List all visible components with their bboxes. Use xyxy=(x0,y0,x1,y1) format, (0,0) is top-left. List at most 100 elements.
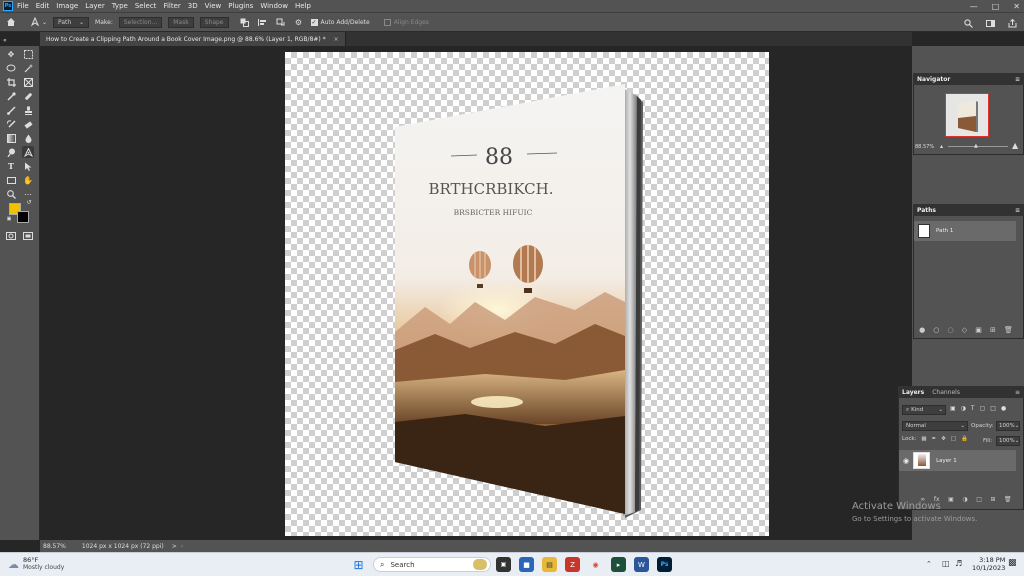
navigator-zoom-handle[interactable]: ▲ xyxy=(974,143,978,149)
make-shape-button[interactable]: Shape xyxy=(199,16,229,28)
tab-channels[interactable]: Channels xyxy=(932,389,960,396)
lock-all-icon[interactable]: 🔒 xyxy=(961,436,968,442)
status-menu-arrow[interactable]: > xyxy=(172,543,177,550)
eyedropper-tool-icon[interactable] xyxy=(5,90,17,102)
menu-select[interactable]: Select xyxy=(135,2,157,10)
filter-toggle-icon[interactable]: ● xyxy=(1001,405,1006,412)
photoshop-taskbar-icon[interactable]: Ps xyxy=(657,557,672,572)
menu-plugins[interactable]: Plugins xyxy=(228,2,253,10)
path-selection-tool-icon[interactable] xyxy=(22,160,34,172)
close-tab-icon[interactable]: × xyxy=(334,36,339,43)
volume-icon[interactable]: ♬ xyxy=(955,559,962,568)
navigator-panel-title[interactable]: Navigator xyxy=(917,76,950,83)
close-icon[interactable]: ✕ xyxy=(1013,2,1020,11)
swap-colors-icon[interactable]: ↺ xyxy=(25,198,33,206)
menu-view[interactable]: View xyxy=(205,2,222,10)
word-icon[interactable]: W xyxy=(634,557,649,572)
clock[interactable]: 3:18 PM 10/1/2023 xyxy=(972,556,1005,572)
new-path-icon[interactable]: ⊞ xyxy=(990,326,996,334)
background-color-swatch[interactable] xyxy=(17,211,29,223)
app-icon[interactable]: ▸ xyxy=(611,557,626,572)
tool-mode-select[interactable]: Path ⌄ xyxy=(53,16,90,28)
wifi-icon[interactable]: ◫ xyxy=(942,559,950,568)
blend-mode-select[interactable]: Normal ⌄ xyxy=(902,421,968,431)
scroll-left-icon[interactable]: ‹ xyxy=(181,543,183,550)
filter-shape-icon[interactable]: ▢ xyxy=(980,405,986,412)
filter-adjustment-icon[interactable]: ◑ xyxy=(961,405,966,412)
menu-image[interactable]: Image xyxy=(56,2,78,10)
menu-layer[interactable]: Layer xyxy=(85,2,105,10)
move-tool-icon[interactable]: ✥ xyxy=(5,48,17,60)
lasso-tool-icon[interactable] xyxy=(5,62,17,74)
lock-transparent-icon[interactable]: ▦ xyxy=(921,436,926,442)
eye-icon[interactable]: ◉ xyxy=(903,457,909,465)
align-edges-checkbox[interactable] xyxy=(383,18,391,26)
taskbar-search[interactable]: ⌕ Search xyxy=(373,557,491,572)
document-tab[interactable]: How to Create a Clipping Path Around a B… xyxy=(40,32,346,46)
start-icon[interactable]: ⊞ xyxy=(351,557,366,572)
filter-type-icon[interactable]: T xyxy=(971,405,975,412)
make-selection-button[interactable]: Selection... xyxy=(118,16,163,28)
maximize-icon[interactable]: □ xyxy=(992,2,1000,11)
fill-field[interactable]: 100% ⌄ xyxy=(996,436,1020,446)
delete-layer-icon[interactable]: 🗑 xyxy=(1004,496,1012,503)
document-canvas[interactable]: 88 BRTHCRBIKCH. BRSBICTER HIFUIC xyxy=(285,52,769,536)
add-layer-mask-icon[interactable]: ▣ xyxy=(948,496,954,503)
type-tool-icon[interactable]: T xyxy=(5,160,17,172)
eraser-tool-icon[interactable] xyxy=(22,118,34,130)
menu-help[interactable]: Help xyxy=(295,2,311,10)
collapse-panel-icon[interactable]: « xyxy=(0,34,40,46)
navigator-zoom-slider[interactable] xyxy=(948,146,1008,147)
layer-row[interactable]: ◉ Layer 1 xyxy=(899,450,1016,471)
delete-path-icon[interactable]: 🗑 xyxy=(1004,326,1013,334)
task-view-icon[interactable]: ▣ xyxy=(496,557,511,572)
hand-tool-icon[interactable]: ✋ xyxy=(22,174,34,186)
lock-pixels-icon[interactable]: ✒ xyxy=(932,436,937,442)
home-icon[interactable] xyxy=(5,16,17,28)
stroke-path-icon[interactable]: ○ xyxy=(933,326,939,334)
path-alignment-icon[interactable] xyxy=(257,16,269,28)
dodge-tool-icon[interactable] xyxy=(5,146,17,158)
quick-mask-icon[interactable] xyxy=(5,230,17,242)
panel-menu-icon[interactable]: ≡ xyxy=(1015,207,1020,214)
load-selection-icon[interactable]: ◌ xyxy=(948,326,954,334)
minimize-icon[interactable]: — xyxy=(970,2,978,11)
chevron-down-icon[interactable]: ⌄ xyxy=(42,19,47,26)
healing-brush-tool-icon[interactable] xyxy=(22,90,34,102)
add-mask-icon[interactable]: ▣ xyxy=(975,326,982,334)
menu-3d[interactable]: 3D xyxy=(188,2,198,10)
panel-menu-icon[interactable]: ≡ xyxy=(1015,76,1020,83)
frame-tool-icon[interactable] xyxy=(22,76,34,88)
adjustment-layer-icon[interactable]: ◑ xyxy=(962,496,967,503)
path-row[interactable]: Path 1 xyxy=(914,221,1016,241)
widgets-icon[interactable]: ■ xyxy=(519,557,534,572)
new-group-icon[interactable]: □ xyxy=(976,496,982,503)
path-operations-icon[interactable] xyxy=(239,16,251,28)
fill-path-icon[interactable]: ● xyxy=(919,326,925,334)
share-icon[interactable] xyxy=(1006,17,1018,29)
zoom-tool-icon[interactable] xyxy=(5,188,17,200)
brush-tool-icon[interactable] xyxy=(5,104,17,116)
notifications-icon[interactable]: ▩ xyxy=(1008,558,1017,568)
menu-type[interactable]: Type xyxy=(112,2,128,10)
opacity-field[interactable]: 100% ⌄ xyxy=(996,421,1020,431)
navigator-zoom-value[interactable]: 88.57% xyxy=(915,144,934,150)
zoom-level[interactable]: 88.57% xyxy=(43,543,66,550)
auto-add-delete-checkbox[interactable]: ✓ xyxy=(310,18,318,26)
panel-menu-icon[interactable]: ≡ xyxy=(1015,389,1020,396)
filter-smart-icon[interactable]: □ xyxy=(990,405,996,412)
weather-widget[interactable]: ☁ 86°F Mostly cloudy xyxy=(8,556,64,572)
clone-stamp-tool-icon[interactable] xyxy=(22,104,34,116)
menu-edit[interactable]: Edit xyxy=(36,2,50,10)
lock-artboard-icon[interactable]: □ xyxy=(951,436,956,442)
zoom-out-icon[interactable]: ▴ xyxy=(940,143,943,150)
filter-pixel-icon[interactable]: ▣ xyxy=(950,405,956,412)
menu-filter[interactable]: Filter xyxy=(163,2,180,10)
search-icon[interactable] xyxy=(962,17,974,29)
blur-tool-icon[interactable] xyxy=(22,132,34,144)
pen-tool-preset-icon[interactable] xyxy=(29,16,41,28)
gear-icon[interactable]: ⚙ xyxy=(293,16,305,28)
navigator-preview[interactable] xyxy=(945,93,989,137)
workspace-icon[interactable] xyxy=(984,17,996,29)
new-layer-icon[interactable]: ⊞ xyxy=(990,496,995,503)
